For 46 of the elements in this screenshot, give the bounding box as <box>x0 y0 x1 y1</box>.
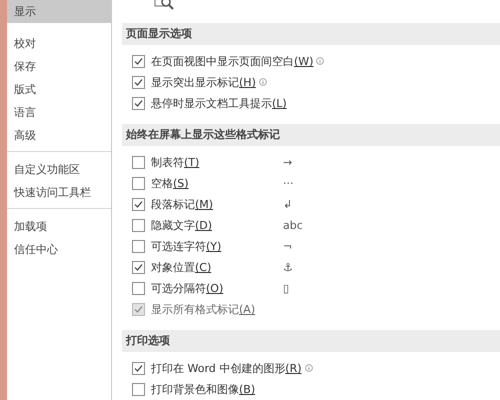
option-label: 段落标记(M) <box>151 197 214 212</box>
sidebar-item[interactable]: 快速访问工具栏 <box>7 181 111 204</box>
option-label: 隐藏文字(D) <box>151 218 212 233</box>
section-header: 打印选项 <box>122 330 500 352</box>
option-label: 打印在 Word 中创建的图形(R) <box>151 361 302 376</box>
checkbox[interactable] <box>132 383 145 396</box>
checkbox[interactable] <box>132 261 145 274</box>
option-label: 对象位置(C) <box>151 260 212 275</box>
checkbox[interactable] <box>132 240 145 253</box>
checkbox[interactable] <box>132 282 145 295</box>
sidebar-item[interactable]: 信任中心 <box>7 238 111 261</box>
option-label: 可选分隔符(O) <box>151 281 224 296</box>
option-label: 打印背景色和图像(B) <box>151 382 256 397</box>
sidebar-item[interactable]: 显示 <box>7 0 111 23</box>
option-label: 悬停时显示文档工具提示(L) <box>151 96 287 111</box>
format-mark-symbol: abc <box>283 219 303 232</box>
checkbox[interactable] <box>132 55 145 68</box>
checkbox[interactable] <box>132 362 145 375</box>
sidebar-item[interactable]: 加载项 <box>7 215 111 238</box>
option-label: 制表符(T) <box>151 155 200 170</box>
checkbox[interactable] <box>132 198 145 211</box>
checkbox[interactable] <box>132 219 145 232</box>
sidebar-item[interactable]: 版式 <box>7 78 111 101</box>
checkbox[interactable] <box>132 97 145 110</box>
section-header: 始终在屏幕上显示这些格式标记 <box>122 124 500 146</box>
magnifier-icon <box>154 0 176 10</box>
sidebar-item[interactable]: 高级 <box>7 124 111 147</box>
format-mark-symbol: ▯ <box>283 282 290 295</box>
sidebar-item[interactable]: 语言 <box>7 101 111 124</box>
format-mark-symbol: ¬ <box>283 240 292 253</box>
format-mark-symbol: ··· <box>283 177 294 190</box>
checkbox[interactable] <box>132 177 145 190</box>
checkbox[interactable] <box>132 156 145 169</box>
format-mark-symbol: ↲ <box>283 198 292 211</box>
format-mark-symbol: ⚓ <box>283 261 293 274</box>
option-label: 显示突出显示标记(H) <box>151 75 256 90</box>
sidebar-item[interactable]: 自定义功能区 <box>7 158 111 181</box>
sidebar-item[interactable]: 校对 <box>7 32 111 55</box>
section-header: 页面显示选项 <box>122 23 500 45</box>
sidebar-item[interactable]: 保存 <box>7 55 111 78</box>
option-label: 显示所有格式标记(A) <box>151 302 256 317</box>
format-mark-symbol: → <box>283 156 292 169</box>
option-label: 可选连字符(Y) <box>151 239 222 254</box>
option-label: 空格(S) <box>151 176 189 191</box>
option-label: 在页面视图中显示页面间空白(W) <box>151 54 314 69</box>
checkbox[interactable] <box>132 76 145 89</box>
